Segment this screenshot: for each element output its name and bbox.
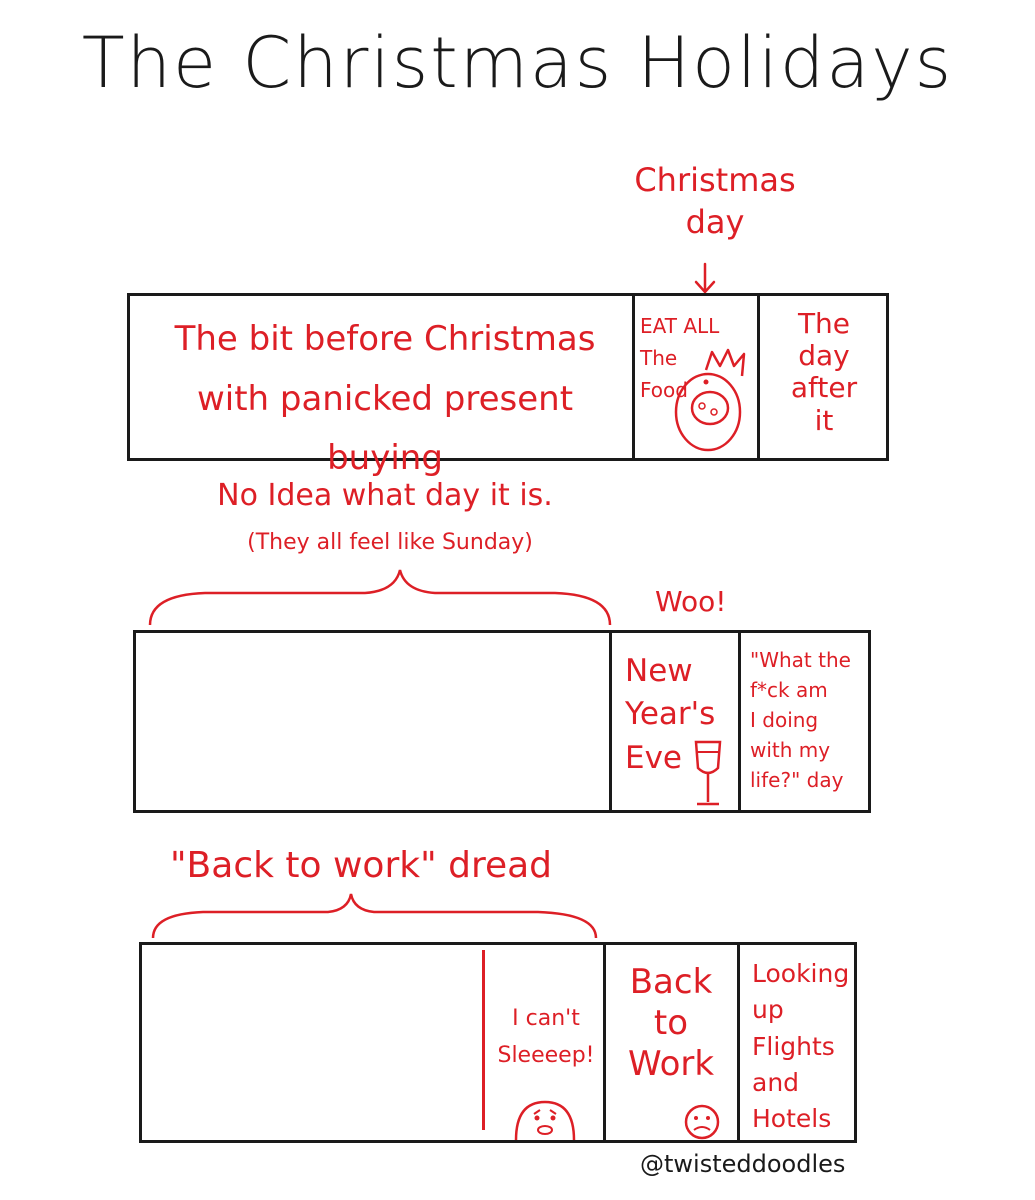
no-idea-label: No Idea what day it is. [217,478,553,513]
back-to-work-dread-label: "Back to work" dread [170,845,553,886]
row2-divider-1 [609,630,612,813]
sad-face-icon [684,1104,720,1140]
artist-credit: @twisteddoodles [640,1150,846,1178]
row3-brace [151,893,598,939]
feel-like-sunday-label: (They all feel like Sunday) [247,530,533,555]
what-am-i-doing-text: "What the f*ck am I doing with my life?"… [750,648,851,792]
row2-brace [148,569,612,626]
row3-divider-2 [737,942,740,1143]
comic-page: { "title": "The Christmas Holidays", "ro… [0,0,1035,1200]
day-after-text: The day after it [790,307,858,437]
row2-divider-2 [738,630,741,813]
back-to-work-text: Back to Work [627,962,715,1084]
sleepless-face-icon [514,1100,576,1141]
woo-label: Woo! [655,585,727,618]
christmas-day-label: Christmas day [634,161,796,241]
row1-divider-1 [632,293,635,461]
cant-sleep-text: I can't Sleeeep! [497,1006,595,1069]
row3-divider-1 [603,942,606,1143]
down-arrow-icon [694,262,716,294]
looking-up-flights-text: Looking up Flights and Hotels [752,959,850,1133]
before-christmas-text: The bit before Christmas with panicked p… [174,319,596,478]
wine-glass-icon [694,740,722,806]
crowned-eating-face-icon [674,348,746,452]
sleepless-divider [482,950,485,1130]
page-title: The Christmas Holidays [81,22,954,104]
